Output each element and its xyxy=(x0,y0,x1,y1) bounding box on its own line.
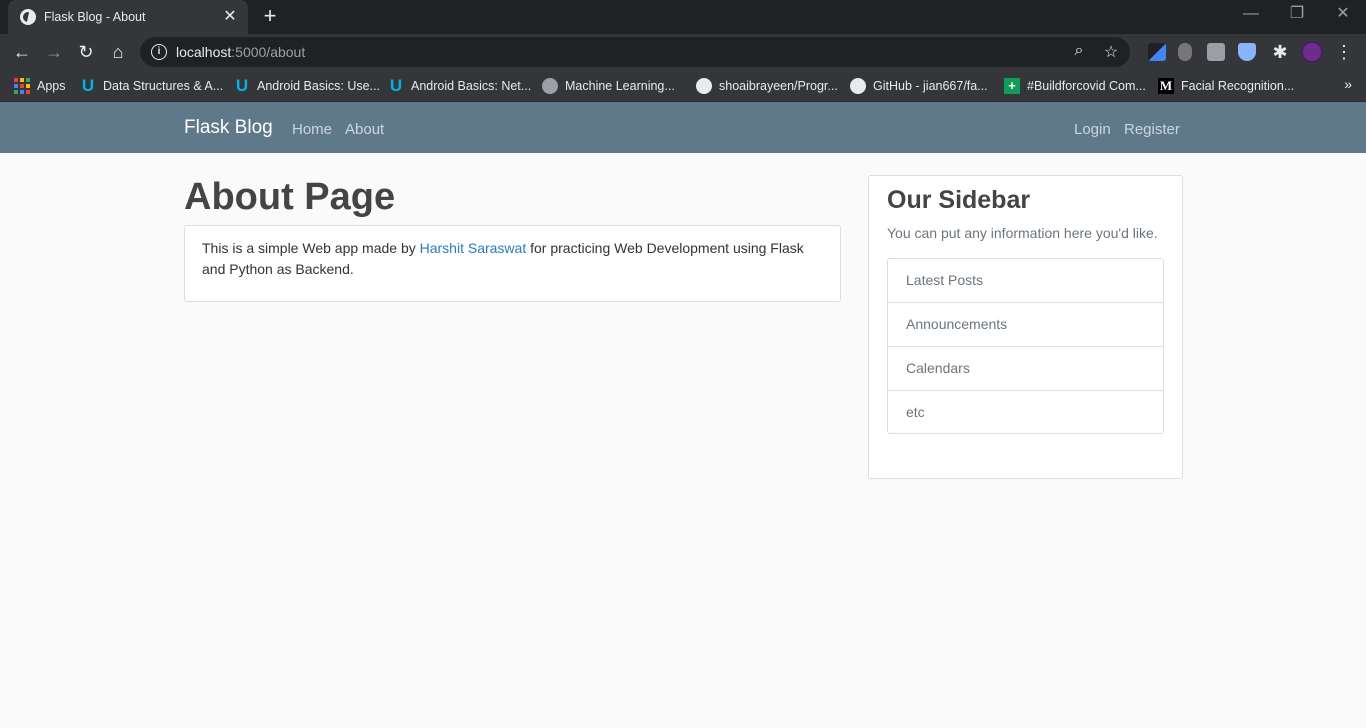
sidebar-item-latest-posts[interactable]: Latest Posts xyxy=(888,259,1163,303)
udacity-icon: U xyxy=(235,76,249,95)
tab-title: Flask Blog - About xyxy=(44,10,146,24)
nav-link-about[interactable]: About xyxy=(345,121,384,138)
medium-icon: M xyxy=(1158,78,1174,94)
restore-button[interactable]: ❐ xyxy=(1274,4,1320,28)
bookmark-apps[interactable]: Apps xyxy=(14,76,66,96)
udacity-icon: U xyxy=(81,76,95,95)
bookmark-item[interactable]: Machine Learning... xyxy=(542,76,675,96)
sidebar-item-announcements[interactable]: Announcements xyxy=(888,303,1163,347)
back-button[interactable]: ← xyxy=(8,38,36,66)
globe-icon xyxy=(20,9,36,25)
close-tab-icon[interactable]: ✕ xyxy=(222,9,238,25)
browser-toolbar: ← → ↻ ⌂ i localhost:5000/about ⌕ ☆ ✱ ⋮ xyxy=(0,34,1366,70)
url-text: localhost:5000/about xyxy=(176,44,305,60)
udacity-icon: U xyxy=(389,76,403,95)
zoom-icon[interactable]: ⌕ xyxy=(1069,42,1089,60)
sidebar-item-etc[interactable]: etc xyxy=(888,391,1163,433)
shield-icon[interactable] xyxy=(1238,43,1256,61)
brain-icon xyxy=(542,78,558,94)
more-bookmarks-icon[interactable]: » xyxy=(1344,76,1352,92)
site-info-icon[interactable]: i xyxy=(151,44,167,60)
bookmark-item[interactable]: + #Buildforcovid Com... xyxy=(1004,76,1146,96)
about-text-start: This is a simple Web app made by xyxy=(202,240,420,256)
reload-button[interactable]: ↻ xyxy=(72,38,100,66)
buildforcovid-icon: + xyxy=(1004,78,1020,94)
bookmark-label: Apps xyxy=(37,79,66,93)
extension-icon[interactable] xyxy=(1148,43,1166,61)
browser-tab[interactable]: Flask Blog - About ✕ xyxy=(8,0,248,34)
url-host: localhost xyxy=(176,44,232,60)
bookmark-label: GitHub - jian667/fa... xyxy=(873,79,988,93)
bookmark-item[interactable]: M Facial Recognition... xyxy=(1158,76,1294,96)
bookmark-label: shoaibrayeen/Progr... xyxy=(719,79,838,93)
url-path: :5000/about xyxy=(231,44,306,60)
page-title: About Page xyxy=(184,176,396,218)
github-icon xyxy=(696,78,712,94)
bookmark-label: #Buildforcovid Com... xyxy=(1027,79,1146,93)
address-bar[interactable]: i localhost:5000/about ⌕ ☆ xyxy=(140,37,1130,67)
bookmark-item[interactable]: shoaibrayeen/Progr... xyxy=(696,76,838,96)
extension-icon[interactable] xyxy=(1207,43,1225,61)
github-icon xyxy=(850,78,866,94)
sidebar: Our Sidebar You can put any information … xyxy=(868,175,1183,479)
sidebar-description: You can put any information here you'd l… xyxy=(887,225,1158,241)
bookmark-item[interactable]: U Data Structures & A... xyxy=(80,76,223,96)
bookmark-star-icon[interactable]: ☆ xyxy=(1101,42,1121,62)
avatar[interactable] xyxy=(1301,41,1323,63)
bookmark-item[interactable]: U Android Basics: Net... xyxy=(388,76,531,96)
nav-link-login[interactable]: Login xyxy=(1074,121,1111,138)
apps-grid-icon xyxy=(14,78,30,94)
author-link[interactable]: Harshit Saraswat xyxy=(420,240,527,256)
minimize-button[interactable]: — xyxy=(1228,4,1274,28)
bookmark-item[interactable]: GitHub - jian667/fa... xyxy=(850,76,988,96)
extensions-puzzle-icon[interactable]: ✱ xyxy=(1266,38,1294,66)
close-window-button[interactable]: ✕ xyxy=(1320,4,1366,28)
nav-link-register[interactable]: Register xyxy=(1124,121,1180,138)
brand-link[interactable]: Flask Blog xyxy=(184,117,273,139)
sidebar-list: Latest Posts Announcements Calendars etc xyxy=(887,258,1164,434)
home-button[interactable]: ⌂ xyxy=(104,38,132,66)
bookmark-label: Data Structures & A... xyxy=(103,79,224,93)
nav-link-home[interactable]: Home xyxy=(292,121,332,138)
bookmark-label: Facial Recognition... xyxy=(1181,79,1295,93)
bookmark-label: Machine Learning... xyxy=(565,79,675,93)
extension-icon[interactable] xyxy=(1178,43,1192,61)
bookmark-item[interactable]: U Android Basics: Use... xyxy=(234,76,380,96)
browser-tab-bar: Flask Blog - About ✕ + — ❐ ✕ xyxy=(0,0,1366,34)
bookmark-label: Android Basics: Use... xyxy=(257,79,380,93)
about-content-box: This is a simple Web app made by Harshit… xyxy=(184,225,841,302)
bookmarks-bar: Apps U Data Structures & A... U Android … xyxy=(0,70,1366,102)
site-navbar: Flask Blog Home About Login Register xyxy=(0,102,1366,153)
new-tab-button[interactable]: + xyxy=(258,5,282,28)
forward-button[interactable]: → xyxy=(40,38,68,66)
menu-kebab-icon[interactable]: ⋮ xyxy=(1330,38,1358,66)
bookmark-label: Android Basics: Net... xyxy=(411,79,532,93)
sidebar-title: Our Sidebar xyxy=(887,186,1031,214)
sidebar-item-calendars[interactable]: Calendars xyxy=(888,347,1163,391)
